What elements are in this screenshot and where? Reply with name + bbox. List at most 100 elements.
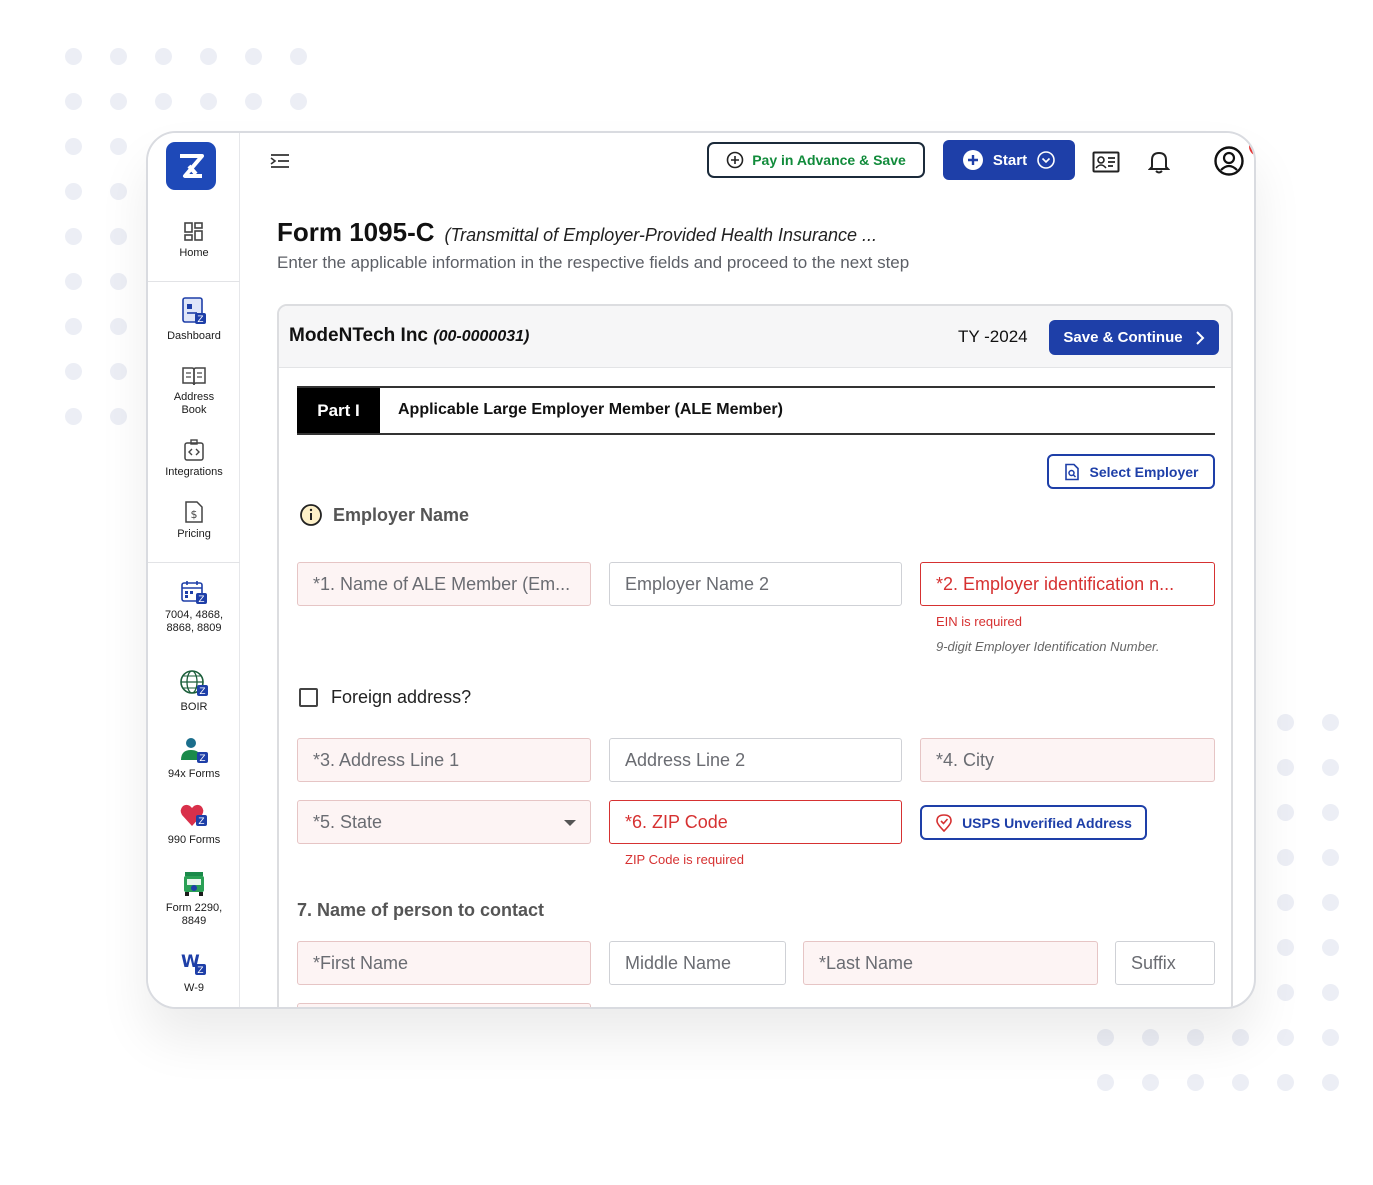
svg-text:Z: Z bbox=[197, 315, 203, 325]
chevron-right-icon bbox=[1195, 330, 1205, 345]
plus-circle-icon bbox=[726, 151, 744, 169]
svg-text:Z: Z bbox=[199, 687, 205, 697]
user-avatar-icon[interactable] bbox=[1213, 145, 1245, 177]
state-select[interactable]: *5. State bbox=[297, 800, 591, 844]
last-name-input[interactable]: *Last Name bbox=[803, 941, 1098, 985]
sidebar-item-address-book[interactable]: Address Book bbox=[148, 365, 240, 417]
id-card-icon[interactable] bbox=[1092, 150, 1120, 174]
select-employer-button[interactable]: Select Employer bbox=[1047, 454, 1215, 489]
sidebar-item-990-forms[interactable]: Z 990 Forms bbox=[148, 802, 240, 847]
svg-text:$: $ bbox=[191, 508, 198, 521]
sidebar-item-label: Form 2290, 8849 bbox=[165, 902, 223, 927]
save-continue-label: Save & Continue bbox=[1063, 329, 1183, 346]
sidebar-item-label: Integrations bbox=[165, 466, 223, 478]
part-header: Part I Applicable Large Employer Member … bbox=[297, 386, 1215, 435]
start-label: Start bbox=[992, 151, 1028, 169]
logo-z-icon bbox=[180, 154, 204, 178]
zip-error-message: ZIP Code is required bbox=[625, 852, 744, 867]
ale-member-name-placeholder: *1. Name of ALE Member (Em... bbox=[313, 573, 571, 594]
svg-text:Z: Z bbox=[198, 817, 204, 827]
usps-unverified-address-button[interactable]: USPS Unverified Address bbox=[920, 805, 1147, 840]
bell-icon[interactable] bbox=[1148, 149, 1170, 175]
truck-icon bbox=[184, 872, 204, 896]
page-subtitle: (Transmittal of Employer-Provided Health… bbox=[444, 225, 878, 245]
sidebar: Home Z Dashboard Address Book Integratio… bbox=[148, 133, 240, 1007]
dashboard-doc-icon: Z bbox=[182, 297, 206, 325]
sidebar-item-boir[interactable]: Z BOIR bbox=[148, 669, 240, 714]
employer-name-heading: Employer Name bbox=[333, 504, 470, 525]
part-label: Part I bbox=[297, 388, 380, 433]
page-title: Form 1095-C bbox=[277, 217, 435, 247]
menu-collapse-icon[interactable] bbox=[269, 152, 291, 170]
heart-icon: Z bbox=[180, 804, 207, 827]
sidebar-item-label: 990 Forms bbox=[167, 834, 221, 846]
sidebar-item-extensions[interactable]: Z 7004, 4868, 8868, 8809 bbox=[148, 579, 240, 635]
first-name-placeholder: *First Name bbox=[313, 952, 409, 973]
address-line-2-input[interactable]: Address Line 2 bbox=[609, 738, 902, 782]
suffix-placeholder: Suffix bbox=[1131, 952, 1176, 973]
select-employer-label: Select Employer bbox=[1089, 463, 1199, 480]
sidebar-item-dashboard[interactable]: Z Dashboard bbox=[148, 296, 240, 343]
sidebar-item-integrations[interactable]: Integrations bbox=[148, 438, 240, 479]
middle-name-placeholder: Middle Name bbox=[625, 952, 732, 973]
page-title-row: Form 1095-C (Transmittal of Employer-Pro… bbox=[277, 217, 877, 248]
first-name-input[interactable]: *First Name bbox=[297, 941, 591, 985]
notification-badge: 12 bbox=[1249, 137, 1254, 156]
svg-text:Z: Z bbox=[199, 754, 205, 764]
address-line-2-placeholder: Address Line 2 bbox=[625, 749, 746, 770]
main-content: Form 1095-C (Transmittal of Employer-Pro… bbox=[241, 195, 1254, 1007]
sidebar-item-label: W-9 bbox=[184, 982, 204, 994]
employer-name-2-input[interactable]: Employer Name 2 bbox=[609, 562, 902, 606]
pay-in-advance-button[interactable]: Pay in Advance & Save bbox=[707, 142, 925, 178]
suffix-input[interactable]: Suffix bbox=[1115, 941, 1215, 985]
company-name: ModeNTech Inc (00-0000031) bbox=[289, 325, 529, 347]
top-bar: Pay in Advance & Save Start bbox=[241, 133, 1254, 195]
sidebar-divider bbox=[148, 562, 240, 563]
sidebar-item-w9[interactable]: W Z W-9 bbox=[148, 950, 240, 995]
sidebar-item-label: 94x Forms bbox=[168, 768, 220, 780]
calendar-icon: Z bbox=[181, 581, 207, 605]
sidebar-item-pricing[interactable]: $ Pricing bbox=[148, 500, 240, 541]
globe-icon: Z bbox=[180, 670, 208, 697]
sidebar-item-home[interactable]: Home bbox=[148, 221, 240, 260]
ein-hint: 9-digit Employer Identification Number. bbox=[936, 639, 1160, 654]
person-icon: Z bbox=[181, 738, 208, 764]
pay-in-advance-label: Pay in Advance & Save bbox=[752, 152, 906, 168]
start-button[interactable]: Start bbox=[943, 140, 1075, 180]
ein-error-message: EIN is required bbox=[936, 614, 1022, 629]
company-name-text: ModeNTech Inc bbox=[289, 325, 428, 346]
foreign-address-label: Foreign address? bbox=[331, 687, 472, 707]
sidebar-item-label: BOIR bbox=[180, 701, 208, 713]
chevron-down-circle-icon bbox=[1037, 151, 1055, 169]
address-line-1-input[interactable]: *3. Address Line 1 bbox=[297, 738, 591, 782]
ale-member-name-input[interactable]: *1. Name of ALE Member (Em... bbox=[297, 562, 591, 606]
middle-name-input[interactable]: Middle Name bbox=[609, 941, 786, 985]
caret-down-icon bbox=[564, 820, 576, 826]
location-check-icon bbox=[936, 813, 952, 832]
sidebar-item-94x-forms[interactable]: Z 94x Forms bbox=[148, 736, 240, 781]
city-input[interactable]: *4. City bbox=[920, 738, 1215, 782]
save-continue-button[interactable]: Save & Continue bbox=[1049, 320, 1219, 355]
book-icon bbox=[182, 367, 206, 386]
sidebar-item-form-2290[interactable]: Form 2290, 8849 bbox=[148, 870, 240, 928]
info-icon bbox=[300, 504, 322, 526]
app-logo[interactable] bbox=[166, 142, 216, 190]
part-title: Applicable Large Employer Member (ALE Me… bbox=[398, 401, 783, 418]
employer-name-2-placeholder: Employer Name 2 bbox=[625, 573, 770, 594]
partial-next-field[interactable] bbox=[297, 1003, 591, 1007]
plus-circle-filled-icon bbox=[962, 150, 983, 170]
sidebar-item-label: 7004, 4868, 8868, 8809 bbox=[164, 609, 224, 634]
city-placeholder: *4. City bbox=[936, 749, 995, 770]
foreign-address-row[interactable]: Foreign address? bbox=[299, 687, 471, 708]
form-card-header: ModeNTech Inc (00-0000031) TY -2024 Save… bbox=[279, 306, 1231, 368]
screenshot-stage: Home Z Dashboard Address Book Integratio… bbox=[0, 0, 1373, 1185]
address-line-1-placeholder: *3. Address Line 1 bbox=[313, 749, 460, 770]
foreign-address-checkbox[interactable] bbox=[299, 688, 318, 707]
state-placeholder: *5. State bbox=[313, 811, 383, 832]
zip-code-placeholder: *6. ZIP Code bbox=[625, 811, 728, 832]
svg-text:Z: Z bbox=[198, 595, 204, 605]
zip-code-input[interactable]: *6. ZIP Code bbox=[609, 800, 902, 844]
ein-input[interactable]: *2. Employer identification n... bbox=[920, 562, 1215, 606]
sidebar-item-label: Pricing bbox=[177, 528, 211, 540]
app-window: Home Z Dashboard Address Book Integratio… bbox=[146, 131, 1256, 1009]
